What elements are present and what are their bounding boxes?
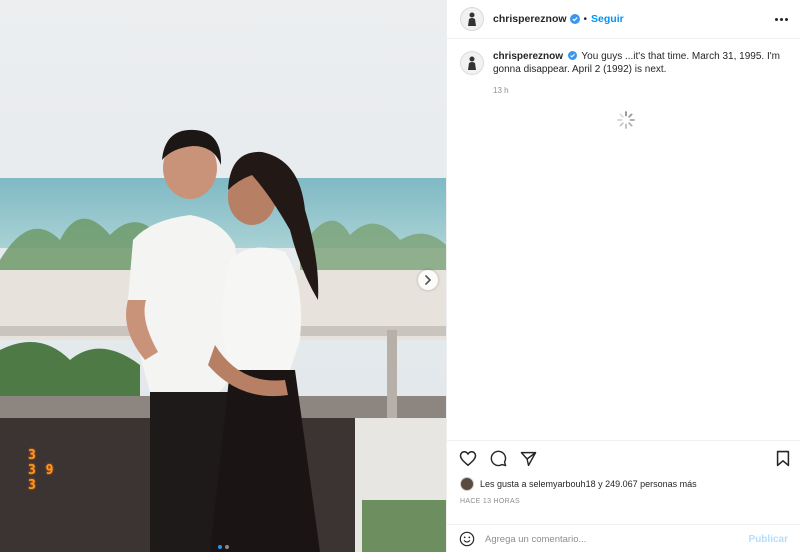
more-options-button[interactable] — [775, 17, 788, 21]
caption-avatar[interactable] — [460, 51, 484, 75]
post-photo[interactable]: 3 3 9 3 — [0, 0, 446, 552]
caption-timestamp[interactable]: 13 h — [493, 84, 783, 97]
caption-body: chrispereznow You guys ...it's that time… — [493, 50, 783, 97]
liker-avatar[interactable] — [460, 477, 474, 491]
likes-summary[interactable]: Les gusta a selemyarbouh18 y 249.067 per… — [447, 467, 800, 491]
emoji-icon[interactable] — [459, 531, 475, 547]
bookmark-icon[interactable] — [776, 450, 790, 467]
post-sidebar: chrispereznow • Seguir chrispereznow You… — [446, 0, 800, 552]
header-separator: • — [583, 13, 588, 25]
post-header: chrispereznow • Seguir — [447, 0, 800, 39]
photo-date-stamp: 3 3 9 3 — [28, 448, 55, 493]
more-dot-icon — [780, 17, 783, 21]
comment-bar: Agrega un comentario... Publicar — [447, 524, 800, 552]
loading-spinner-icon — [617, 111, 635, 129]
profile-figure-icon — [468, 12, 476, 26]
caption: chrispereznow You guys ...it's that time… — [447, 39, 800, 97]
couple-photo — [0, 0, 446, 552]
avatar[interactable] — [460, 7, 484, 31]
post-actions: Les gusta a selemyarbouh18 y 249.067 per… — [447, 440, 800, 552]
chevron-right-icon — [425, 275, 432, 285]
verified-badge-icon — [567, 51, 577, 60]
post-age[interactable]: HACE 13 HORAS — [447, 491, 800, 505]
more-dot-icon — [775, 17, 778, 21]
comment-input[interactable]: Agrega un comentario... — [485, 534, 749, 545]
caption-username[interactable]: chrispereznow — [493, 51, 563, 62]
carousel-next-button[interactable] — [418, 270, 438, 290]
header-username[interactable]: chrispereznow — [493, 13, 567, 25]
follow-button[interactable]: Seguir — [591, 13, 624, 25]
publish-button[interactable]: Publicar — [749, 534, 788, 545]
share-icon[interactable] — [520, 451, 537, 467]
likes-text: Les gusta a selemyarbouh18 y 249.067 per… — [480, 479, 697, 489]
heart-icon[interactable] — [459, 450, 477, 467]
more-dot-icon — [785, 17, 788, 21]
carousel-dot-active — [217, 545, 222, 549]
carousel-dot — [224, 545, 229, 549]
profile-figure-icon — [468, 56, 476, 70]
verified-badge-icon — [569, 14, 580, 24]
comment-icon[interactable] — [490, 450, 507, 467]
carousel-indicator — [0, 545, 446, 549]
action-icons — [447, 441, 800, 467]
